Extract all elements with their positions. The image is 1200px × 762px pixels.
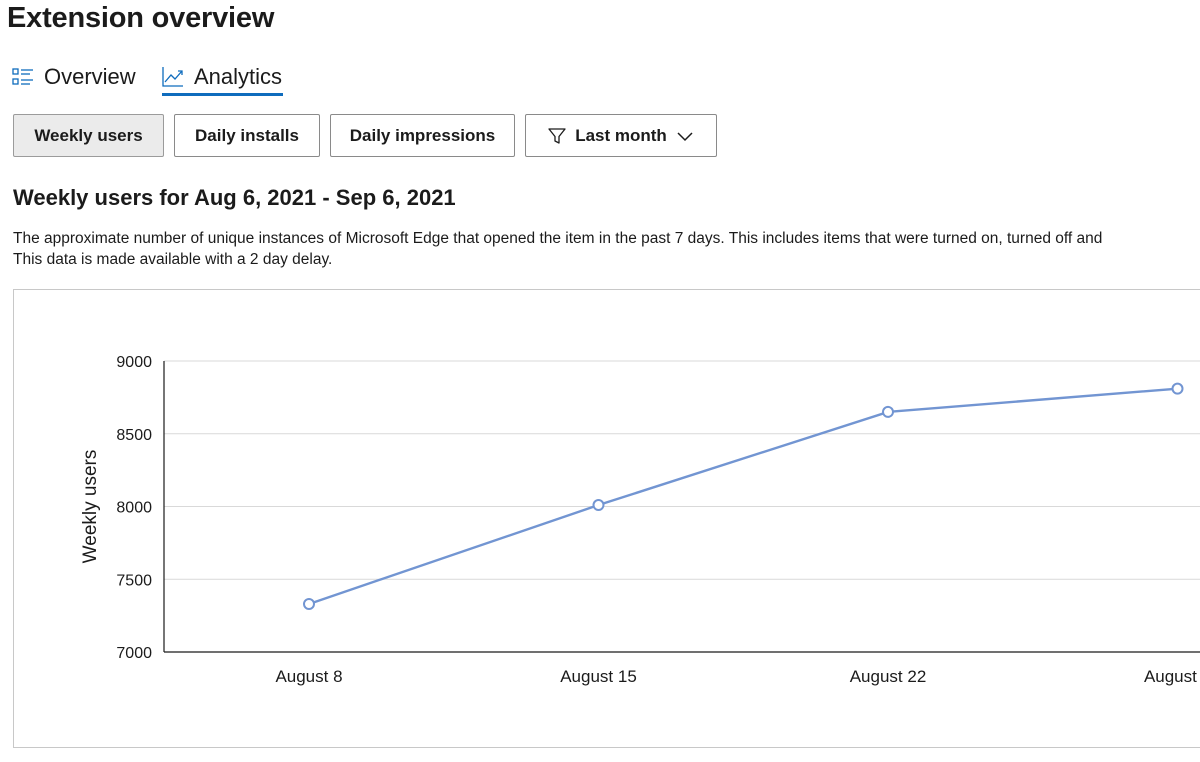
data-point	[1171, 382, 1184, 395]
filter-icon	[548, 127, 566, 145]
series-line	[308, 387, 1178, 606]
y-tick-label: 7500	[116, 572, 152, 589]
active-tab-indicator	[162, 93, 283, 96]
y-tick-label: 8500	[116, 427, 152, 444]
weekly-users-button[interactable]: Weekly users	[13, 114, 164, 157]
chart-container: 7000 7500 8000 8500 9000 Weekly users August 8…	[13, 289, 1200, 748]
daily-installs-button[interactable]: Daily installs	[174, 114, 320, 157]
y-tick-label: 7000	[116, 645, 152, 662]
tab-overview-label: Overview	[44, 64, 136, 89]
y-tick-label: 9000	[116, 354, 152, 371]
filter-label: Last month	[575, 125, 667, 145]
tab-overview[interactable]: Overview	[12, 58, 136, 96]
x-tick-label: August 8	[275, 667, 342, 686]
section-description: The approximate number of unique instanc…	[13, 228, 1200, 270]
x-tick-label: August 15	[560, 667, 637, 686]
data-point	[592, 499, 605, 512]
section-title: Weekly users for Aug 6, 2021 - Sep 6, 20…	[13, 185, 456, 210]
list-icon	[12, 66, 34, 88]
line-chart-icon	[162, 66, 184, 88]
description-line-1: The approximate number of unique instanc…	[13, 230, 1103, 247]
chevron-down-icon	[676, 127, 694, 145]
tab-analytics-label: Analytics	[194, 64, 283, 89]
description-line-2: This data is made available with a 2 day…	[13, 251, 333, 268]
page-title: Extension overview	[7, 2, 275, 34]
date-range-filter-dropdown[interactable]: Last month	[525, 114, 717, 157]
extension-overview-page: Extension overview Overview Analytics We…	[0, 0, 1200, 762]
y-axis-title: Weekly users	[80, 450, 101, 564]
x-tick-label: August 2	[1144, 667, 1200, 686]
weekly-users-line-chart: 7000 7500 8000 8500 9000 Weekly users August 8…	[80, 354, 1200, 686]
data-point	[303, 597, 315, 610]
y-tick-label: 8000	[116, 500, 152, 517]
x-tick-label: August 22	[850, 667, 927, 686]
daily-impressions-button[interactable]: Daily impressions	[330, 114, 515, 157]
data-point	[882, 405, 894, 418]
tab-analytics[interactable]: Analytics	[162, 58, 282, 96]
